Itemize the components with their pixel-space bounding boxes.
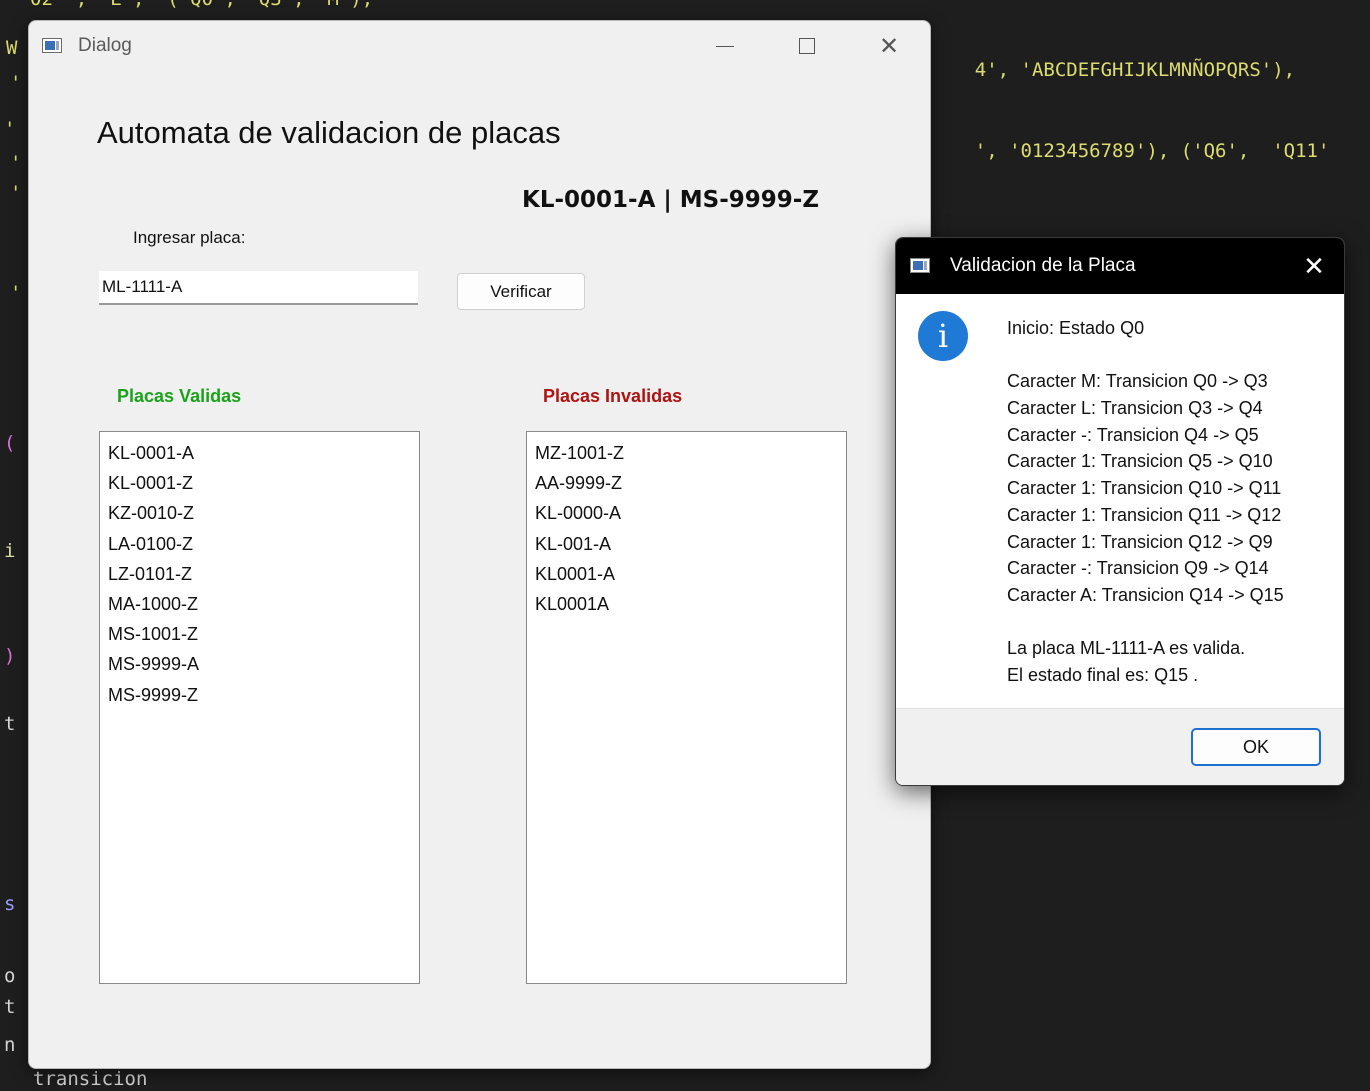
transition-line: Caracter -: Transicion Q9 -> Q14: [1007, 558, 1269, 579]
transition-line: Caracter A: Transicion Q14 -> Q15: [1007, 584, 1284, 605]
close-button[interactable]: ✕: [865, 21, 913, 71]
list-item[interactable]: LA-0100-Z: [108, 529, 419, 559]
code-line-3: ', '0123456789'), ('Q6', 'Q11': [929, 118, 1330, 184]
list-item[interactable]: LZ-0101-Z: [108, 559, 419, 589]
main-dialog-window: Dialog ✕ Automata de validacion de placa…: [28, 20, 931, 1069]
message-box-titlebar[interactable]: Validacion de la Placa ✕: [896, 238, 1344, 294]
ok-button[interactable]: OK: [1191, 728, 1321, 766]
invalid-plates-title: Placas Invalidas: [543, 386, 683, 406]
info-icon: i: [918, 311, 968, 361]
plate-input[interactable]: [99, 271, 418, 305]
result-line: La placa ML-1111-A es valida.: [1007, 638, 1246, 659]
app-window-icon: [910, 258, 930, 273]
close-icon: ✕: [878, 32, 900, 60]
message-body: Inicio: Estado Q0 Caracter M: Transicion…: [1007, 315, 1337, 689]
list-item[interactable]: KL-0001-A: [108, 438, 419, 468]
code-fragment: n: [4, 1034, 16, 1056]
list-item[interactable]: KL0001A: [535, 589, 846, 619]
maximize-icon: [799, 38, 815, 54]
start-state-line: Inicio: Estado Q0: [1007, 318, 1145, 338]
list-item[interactable]: KL-0000-A: [535, 498, 846, 528]
final-state-line: El estado final es: Q15 .: [1007, 664, 1199, 685]
code-fragment: o: [4, 965, 16, 987]
window-title: Dialog: [78, 35, 132, 56]
code-fragment: t: [4, 996, 16, 1018]
message-box-title: Validacion de la Placa: [950, 255, 1136, 276]
valid-plates-title: Placas Validas: [117, 386, 242, 406]
list-item[interactable]: AA-9999-Z: [535, 468, 846, 498]
code-fragment: 4',: [974, 59, 1010, 81]
code-fragment: W: [6, 37, 18, 59]
valid-plates-list[interactable]: KL-0001-A KL-0001-Z KZ-0010-Z LA-0100-Z …: [99, 431, 420, 984]
transition-line: Caracter -: Transicion Q4 -> Q5: [1007, 424, 1259, 445]
list-item[interactable]: MA-1000-Z: [108, 589, 419, 619]
code-bottom-text: transicion: [33, 1068, 148, 1090]
code-fragment: (: [4, 432, 16, 454]
verify-button[interactable]: Verificar: [457, 273, 585, 310]
invalid-plates-list[interactable]: MZ-1001-Z AA-9999-Z KL-0000-A KL-001-A K…: [526, 431, 847, 984]
transition-line: Caracter 1: Transicion Q10 -> Q11: [1007, 478, 1282, 499]
code-line-2: 4', 'ABCDEFGHIJKLMNÑOPQRS'),: [929, 37, 1295, 103]
minimize-button[interactable]: [701, 21, 749, 71]
list-item[interactable]: MS-9999-A: [108, 649, 419, 679]
minimize-icon: [716, 45, 734, 47]
close-icon: ✕: [1303, 250, 1325, 281]
transition-line: Caracter M: Transicion Q0 -> Q3: [1007, 371, 1268, 392]
list-item[interactable]: MS-1001-Z: [108, 619, 419, 649]
maximize-button[interactable]: [783, 21, 831, 71]
code-fragment: ',: [974, 140, 998, 162]
code-fragment: ): [4, 645, 16, 667]
code-fragment: t: [4, 713, 16, 735]
code-fragment: ': [4, 118, 16, 140]
list-item[interactable]: MS-9999-Z: [108, 680, 419, 710]
list-item[interactable]: KL-001-A: [535, 529, 846, 559]
main-titlebar[interactable]: Dialog ✕: [29, 21, 930, 73]
list-item[interactable]: KL0001-A: [535, 559, 846, 589]
code-fragment: i: [4, 540, 16, 562]
transition-line: Caracter 1: Transicion Q5 -> Q10: [1007, 451, 1273, 472]
transition-line: Caracter 1: Transicion Q11 -> Q12: [1007, 504, 1282, 525]
message-box-close-button[interactable]: ✕: [1292, 244, 1336, 288]
code-fragment: ': [10, 282, 22, 304]
code-fragment: s: [4, 893, 16, 915]
app-window-icon: [42, 38, 62, 53]
code-fragment: ': [10, 72, 22, 94]
transition-line: Caracter L: Transicion Q3 -> Q4: [1007, 398, 1263, 419]
code-string: '0123456789'),: [1009, 140, 1170, 162]
page-title: Automata de validacion de placas: [97, 115, 561, 150]
plate-format-hint: KL-0001-A | MS-9999-Z: [522, 187, 820, 213]
code-fragment: ': [10, 182, 22, 204]
message-box-footer: OK: [896, 708, 1344, 785]
list-item[interactable]: MZ-1001-Z: [535, 438, 846, 468]
code-line-1: 02 , L , ( Q0 , Q3 , M ),: [30, 0, 373, 10]
list-item[interactable]: KL-0001-Z: [108, 468, 419, 498]
list-item[interactable]: KZ-0010-Z: [108, 498, 419, 528]
code-fragment: ': [10, 152, 22, 174]
code-string: 'ABCDEFGHIJKLMNÑOPQRS'),: [1020, 59, 1296, 81]
transition-line: Caracter 1: Transicion Q12 -> Q9: [1007, 531, 1273, 552]
validation-message-box: Validacion de la Placa ✕ i Inicio: Estad…: [895, 237, 1345, 786]
plate-input-label: Ingresar placa:: [133, 228, 246, 247]
code-fragment: ('Q6', 'Q11': [1180, 140, 1330, 162]
